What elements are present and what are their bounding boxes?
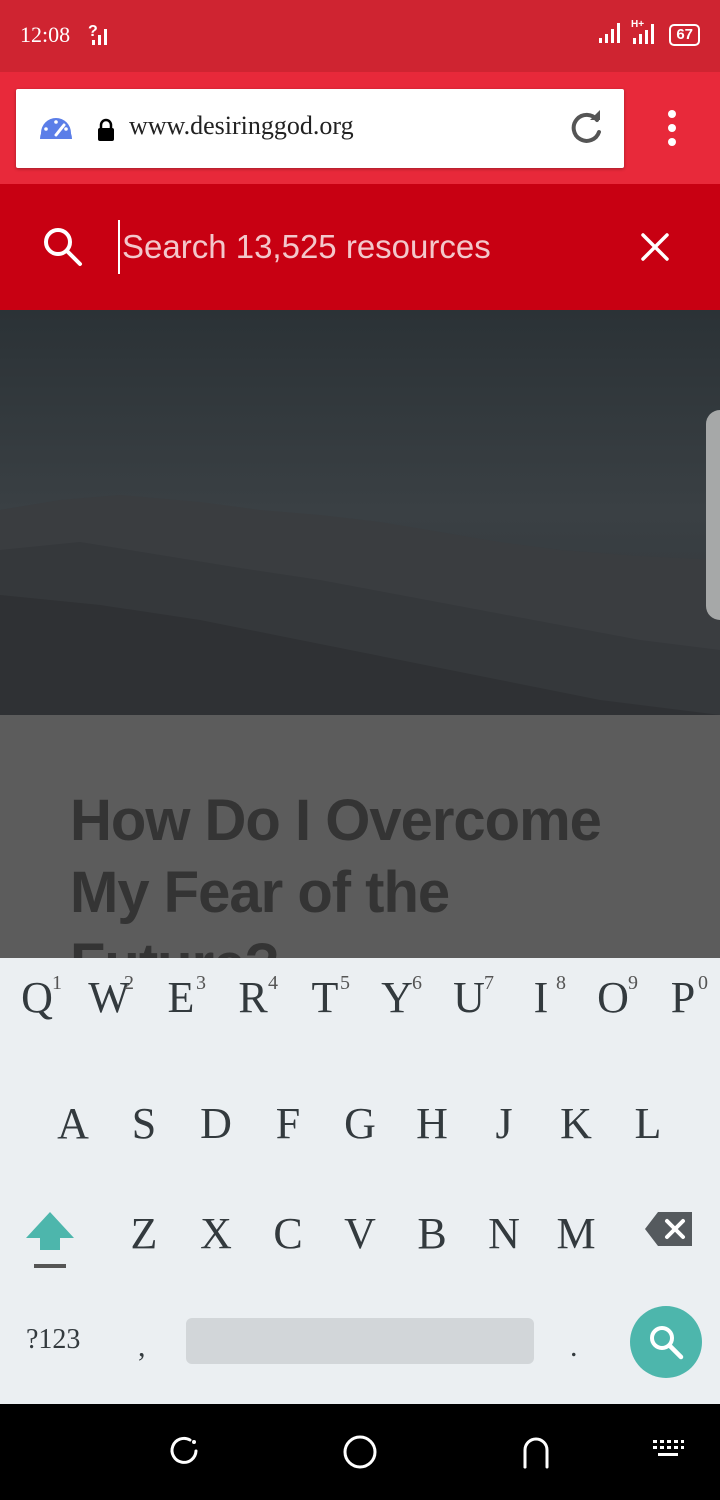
network-type-icon: H+ <box>631 18 661 51</box>
key-g[interactable]: G <box>337 1102 383 1146</box>
key-t[interactable]: 5 T <box>302 972 350 1020</box>
keyboard-search-button[interactable] <box>630 1306 702 1378</box>
search-input[interactable] <box>118 220 608 274</box>
signal-icon <box>597 20 623 49</box>
key-q[interactable]: 1 Q <box>14 972 62 1020</box>
space-key[interactable] <box>186 1318 534 1364</box>
key-e[interactable]: 3 E <box>158 972 206 1020</box>
key-f[interactable]: F <box>265 1102 311 1146</box>
key-c[interactable]: C <box>265 1212 311 1256</box>
home-icon[interactable] <box>342 1434 378 1475</box>
site-search-bar <box>0 184 720 310</box>
key-d[interactable]: D <box>193 1102 239 1146</box>
close-icon[interactable] <box>638 230 672 269</box>
article-header: How Do I Overcome My Fear of the Future? <box>0 715 720 958</box>
key-j[interactable]: J <box>481 1102 527 1146</box>
key-v[interactable]: V <box>337 1212 383 1256</box>
key-b[interactable]: B <box>409 1212 455 1256</box>
key-a[interactable]: A <box>50 1102 96 1146</box>
wifi-unknown-icon: ? <box>88 20 116 53</box>
svg-text:H+: H+ <box>631 19 644 30</box>
status-bar: 12:08 ? H+ 67 <box>0 0 720 72</box>
status-time: 12:08 <box>20 22 71 47</box>
period-key[interactable]: . <box>570 1330 578 1364</box>
keyboard-toggle-icon[interactable] <box>650 1434 686 1469</box>
data-saver-icon[interactable] <box>36 109 76 154</box>
key-n[interactable]: N <box>481 1212 527 1256</box>
shift-icon[interactable] <box>24 1208 76 1279</box>
key-y[interactable]: 6 Y <box>374 972 422 1020</box>
key-i[interactable]: 8 I <box>518 972 566 1020</box>
key-u[interactable]: 7 U <box>446 972 494 1020</box>
symbols-key[interactable]: ?123 <box>26 1324 80 1356</box>
search-icon <box>650 1326 684 1360</box>
search-icon[interactable] <box>42 226 84 273</box>
key-x[interactable]: X <box>193 1212 239 1256</box>
on-screen-keyboard: 1 Q 2 W 3 E 4 R 5 T 6 Y 7 U 8 I 9 O 0 P … <box>0 958 720 1404</box>
key-z[interactable]: Z <box>121 1212 167 1256</box>
key-k[interactable]: K <box>553 1102 599 1146</box>
battery-icon: 67 <box>669 23 700 46</box>
scrollbar-handle[interactable] <box>706 410 720 620</box>
recent-apps-icon[interactable] <box>168 1434 200 1473</box>
url-text[interactable]: www.desiringgod.org <box>129 111 354 141</box>
key-m[interactable]: M <box>553 1212 599 1256</box>
more-options-icon[interactable] <box>662 110 682 151</box>
key-o[interactable]: 9 O <box>590 972 638 1020</box>
back-icon[interactable] <box>520 1434 552 1475</box>
key-h[interactable]: H <box>409 1102 455 1146</box>
comma-key[interactable]: , <box>138 1330 146 1364</box>
address-bar[interactable]: www.desiringgod.org <box>16 89 624 168</box>
key-p[interactable]: 0 P <box>660 972 708 1020</box>
key-l[interactable]: L <box>625 1102 671 1146</box>
svg-text:?: ? <box>88 23 98 40</box>
key-w[interactable]: 2 W <box>86 972 134 1020</box>
system-navigation-bar <box>0 1404 720 1500</box>
reload-icon[interactable] <box>566 107 606 154</box>
hero-image <box>0 310 720 715</box>
lock-icon <box>96 118 116 147</box>
key-r[interactable]: 4 R <box>230 972 278 1020</box>
backspace-icon[interactable] <box>644 1210 694 1253</box>
key-s[interactable]: S <box>121 1102 167 1146</box>
browser-toolbar: www.desiringgod.org <box>0 72 720 184</box>
article-title[interactable]: How Do I Overcome My Fear of the Future? <box>70 785 650 958</box>
